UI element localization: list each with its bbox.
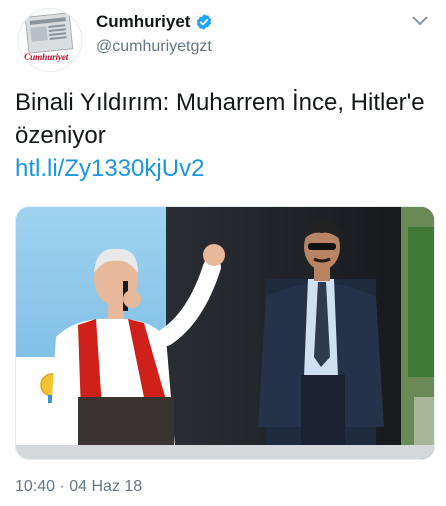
name-row: Cumhuriyet (96, 12, 213, 32)
chevron-down-icon[interactable] (412, 16, 428, 26)
tweet-body: Binali Yıldırım: Muharrem İnce, Hitler'e… (15, 86, 435, 185)
account-avatar[interactable]: Cumhuriyet (18, 8, 82, 72)
account-handle[interactable]: @cumhuriyetgzt (96, 38, 212, 56)
tweet-text: Binali Yıldırım: Muharrem İnce, Hitler'e… (15, 89, 425, 149)
tweet-photo[interactable] (15, 206, 435, 460)
account-name[interactable]: Cumhuriyet (96, 12, 190, 32)
photo-rally-scene (16, 207, 434, 459)
tweet-header: Cumhuriyet Cumhuriyet @cumhuriyetgzt (0, 0, 446, 80)
tweet-link[interactable]: htl.li/Zy1330kjUv2 (15, 152, 435, 185)
tweet-timestamp[interactable]: 10:40 · 04 Haz 18 (15, 478, 142, 496)
avatar-wordmark: Cumhuriyet (24, 53, 68, 63)
verified-badge-icon (197, 14, 212, 30)
